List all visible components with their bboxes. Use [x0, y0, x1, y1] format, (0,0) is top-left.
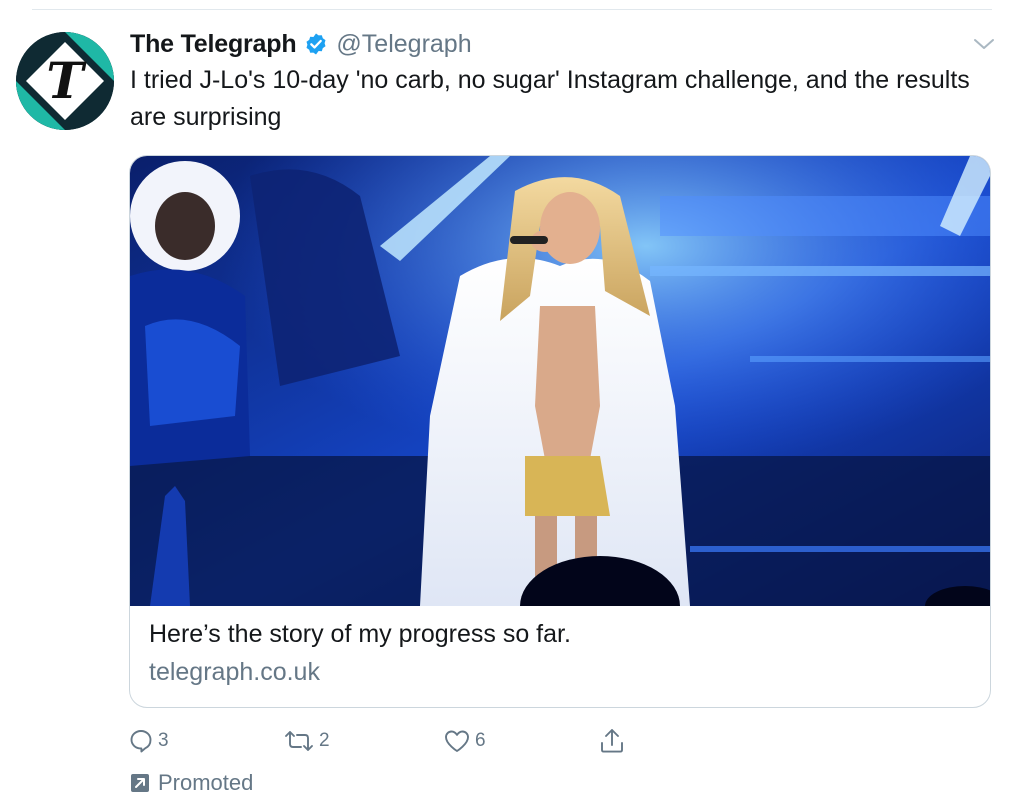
reply-icon [130, 730, 152, 753]
promoted-label: Promoted [158, 770, 254, 795]
retweet-button[interactable]: 2 [283, 724, 330, 758]
avatar[interactable]: T [16, 32, 114, 130]
performer-on-stage-photo [130, 156, 990, 606]
card-domain[interactable]: telegraph.co.uk [149, 658, 320, 687]
card-image[interactable] [130, 156, 990, 606]
handle[interactable]: @Telegraph [336, 30, 471, 59]
promoted-icon [131, 774, 149, 792]
share-icon [601, 729, 623, 753]
promoted-indicator: Promoted [130, 768, 253, 798]
display-name[interactable]: The Telegraph [130, 30, 297, 59]
share-button[interactable] [598, 724, 626, 758]
retweet-count: 2 [319, 730, 330, 751]
card-title[interactable]: Here’s the story of my progress so far. [149, 620, 571, 649]
reply-count: 3 [158, 730, 169, 751]
tweet-header: The Telegraph @Telegraph [130, 26, 472, 62]
heart-icon [445, 730, 469, 752]
chevron-down-icon[interactable] [970, 34, 998, 54]
reply-button[interactable]: 3 [128, 724, 169, 758]
like-count: 6 [475, 730, 486, 751]
verified-badge-icon [306, 33, 326, 55]
tweet-text: I tried J-Lo's 10-day 'no carb, no sugar… [130, 66, 970, 131]
tweet-actions: 3 2 6 [128, 724, 648, 758]
like-button[interactable]: 6 [443, 724, 486, 758]
link-card[interactable]: Here’s the story of my progress so far. … [129, 155, 991, 708]
retweet-icon [285, 731, 313, 751]
svg-text:T: T [46, 51, 87, 110]
top-divider [32, 9, 992, 10]
telegraph-logo-icon: T [16, 32, 114, 130]
